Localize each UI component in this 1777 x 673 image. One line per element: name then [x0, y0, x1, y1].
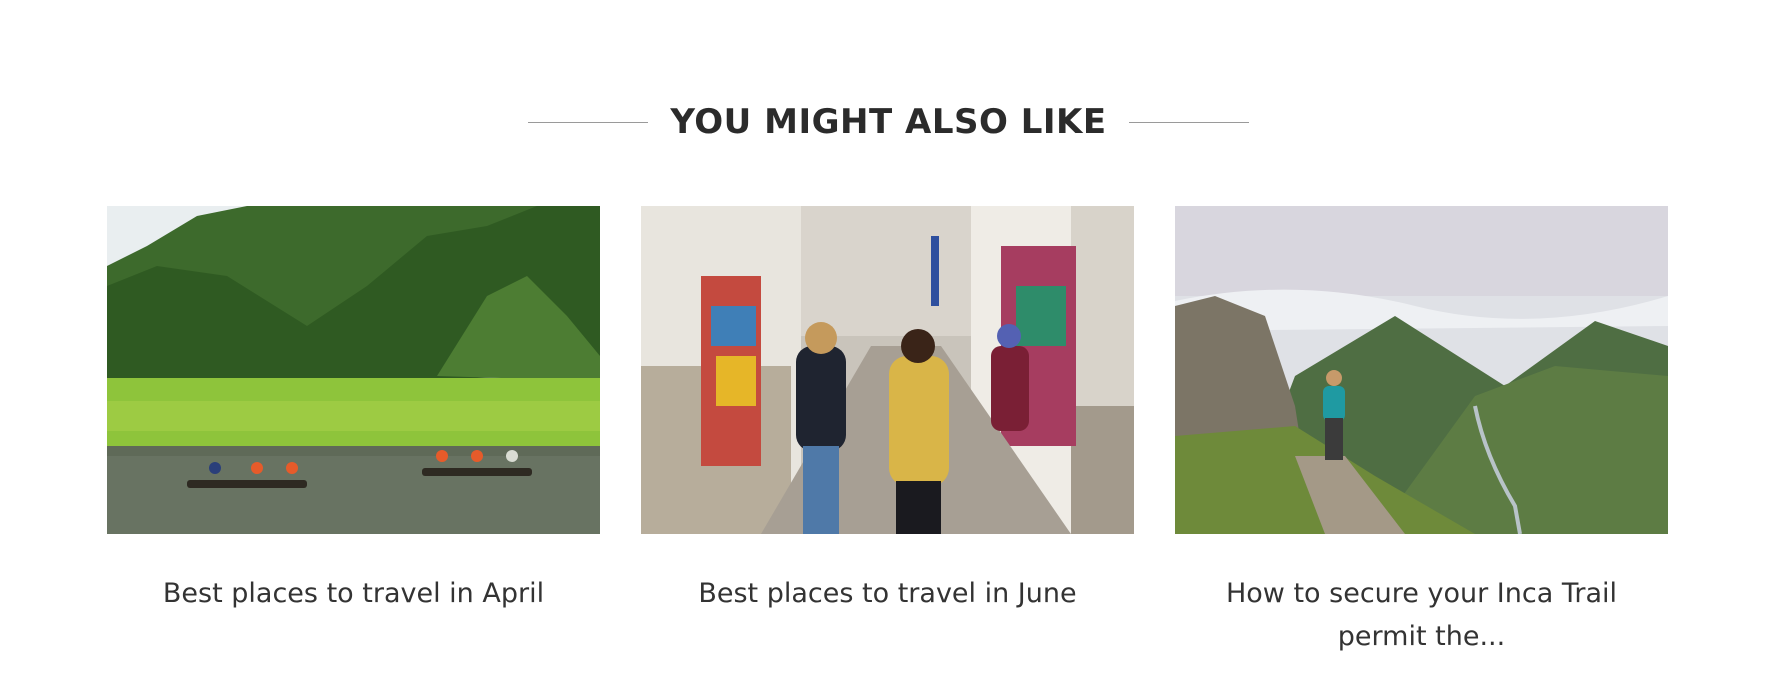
related-articles-list: Best places to travel in April Best plac… — [107, 206, 1668, 666]
section-title: YOU MIGHT ALSO LIKE — [670, 102, 1107, 142]
article-title-inca-trail[interactable]: How to secure your Inca Trail permit the… — [1175, 572, 1668, 658]
article-image-inca-trail[interactable] — [1175, 206, 1668, 534]
article-image-june[interactable] — [641, 206, 1134, 534]
article-card-inca-trail[interactable]: How to secure your Inca Trail permit the… — [1175, 206, 1668, 666]
article-title-april[interactable]: Best places to travel in April — [107, 572, 600, 615]
title-left-rule — [528, 121, 649, 123]
market-street-with-travelers-photo — [641, 206, 1134, 534]
article-title-june[interactable]: Best places to travel in June — [641, 572, 1134, 615]
title-right-rule — [1128, 121, 1249, 123]
article-card-june[interactable]: Best places to travel in June — [641, 206, 1134, 666]
article-image-april[interactable] — [107, 206, 600, 534]
section-header: YOU MIGHT ALSO LIKE — [0, 92, 1777, 152]
boats-on-river-with-mountains-photo — [107, 206, 600, 534]
hiker-on-mountain-trail-photo — [1175, 206, 1668, 534]
article-card-april[interactable]: Best places to travel in April — [107, 206, 600, 666]
